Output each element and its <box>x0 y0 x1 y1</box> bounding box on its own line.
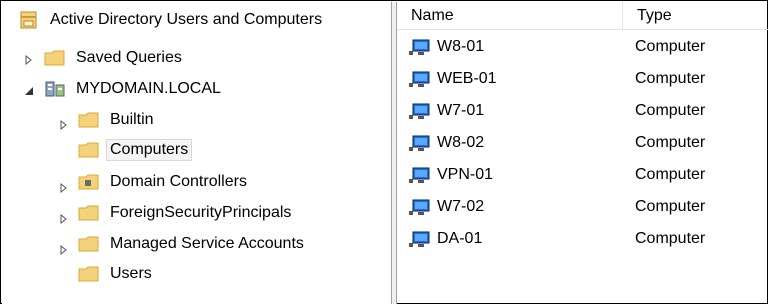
ou-folder-icon <box>78 174 99 190</box>
domain-icon <box>45 81 65 97</box>
tree-item-label: Domain Controllers <box>110 173 247 190</box>
computer-type: Computer <box>635 198 706 215</box>
computer-name: W7-01 <box>437 102 485 119</box>
computer-icon <box>409 199 430 215</box>
folder-icon <box>78 266 99 282</box>
list-row[interactable]: W7-01 Computer <box>397 95 768 127</box>
folder-icon <box>44 50 65 66</box>
list-row[interactable]: WEB-01 Computer <box>397 63 768 95</box>
tree-item-foreign-security-principals[interactable]: ForeignSecurityPrincipals <box>78 199 295 227</box>
tree-item-label: Users <box>110 265 152 282</box>
folder-icon <box>78 205 99 221</box>
computer-type: Computer <box>635 70 706 87</box>
tree-item-managed-service-accounts[interactable]: Managed Service Accounts <box>78 230 308 258</box>
tree-item-builtin[interactable]: Builtin <box>78 106 158 134</box>
tree-item-users[interactable]: Users <box>78 260 156 288</box>
tree-item-label: Managed Service Accounts <box>110 235 304 252</box>
expand-foreign-security-principals-icon[interactable] <box>59 214 69 224</box>
tree-root-label: Active Directory Users and Computers <box>50 11 323 28</box>
expand-domain-controllers-icon[interactable] <box>59 183 69 193</box>
list-row[interactable]: W8-01 Computer <box>397 31 768 63</box>
collapse-domain-icon[interactable] <box>24 86 34 96</box>
computer-icon <box>409 39 430 55</box>
aduc-snapin-icon <box>20 11 37 29</box>
tree-root[interactable]: Active Directory Users and Computers <box>18 6 326 34</box>
computer-name: DA-01 <box>437 230 483 247</box>
list-row[interactable]: DA-01 Computer <box>397 223 768 255</box>
computer-name: WEB-01 <box>437 70 497 87</box>
computer-type: Computer <box>635 102 706 119</box>
expand-saved-queries-icon[interactable] <box>24 55 34 65</box>
computer-icon <box>409 231 430 247</box>
computer-name: W8-02 <box>437 134 485 151</box>
computer-type: Computer <box>635 38 706 55</box>
tree-item-label: MYDOMAIN.LOCAL <box>76 80 221 97</box>
computer-icon <box>409 103 430 119</box>
computer-name: W7-02 <box>437 198 485 215</box>
column-header-name[interactable]: Name <box>397 2 623 30</box>
tree-item-label: Saved Queries <box>76 49 182 66</box>
computer-name: VPN-01 <box>437 166 494 183</box>
computer-name: W8-01 <box>437 38 485 55</box>
expand-managed-service-accounts-icon[interactable] <box>59 245 69 255</box>
tree-item-label: ForeignSecurityPrincipals <box>110 204 292 221</box>
tree-pane: Active Directory Users and Computers Sav… <box>2 2 391 304</box>
tree-item-computers[interactable]: Computers <box>78 136 193 164</box>
tree-item-domain[interactable]: MYDOMAIN.LOCAL <box>44 75 225 103</box>
folder-icon <box>78 236 99 252</box>
list-pane: Name Type W8-01 Computer WEB-01 Computer… <box>397 2 768 304</box>
list-row[interactable]: VPN-01 Computer <box>397 159 768 191</box>
computer-icon <box>409 71 430 87</box>
expand-builtin-icon[interactable] <box>59 120 69 130</box>
tree-item-domain-controllers[interactable]: Domain Controllers <box>78 168 251 196</box>
computer-type: Computer <box>635 166 706 183</box>
computer-type: Computer <box>635 230 706 247</box>
folder-icon <box>78 112 99 128</box>
tree-item-saved-queries[interactable]: Saved Queries <box>44 44 186 72</box>
list-row[interactable]: W7-02 Computer <box>397 191 768 223</box>
list-row[interactable]: W8-02 Computer <box>397 127 768 159</box>
tree-item-label: Builtin <box>110 111 154 128</box>
column-header-type[interactable]: Type <box>623 2 768 30</box>
computer-type: Computer <box>635 134 706 151</box>
tree-item-label: Computers <box>106 139 193 161</box>
computer-icon <box>409 135 430 151</box>
folder-icon <box>78 142 99 158</box>
computer-icon <box>409 167 430 183</box>
